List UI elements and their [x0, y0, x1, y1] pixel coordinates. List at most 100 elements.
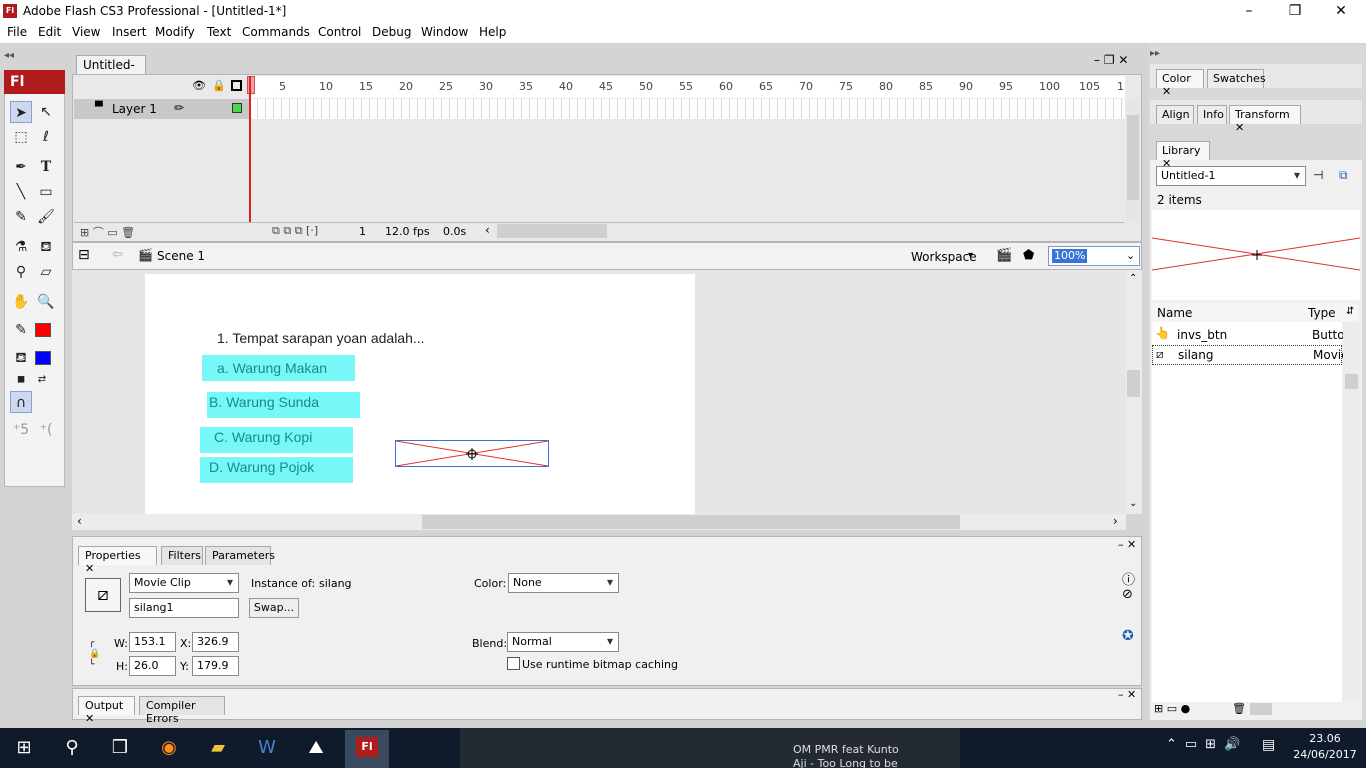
tab-compiler-errors[interactable]: Compiler Errors: [139, 696, 225, 725]
snap-magnet-icon[interactable]: ∩: [10, 391, 32, 413]
output-controls-icon[interactable]: – ✕: [1118, 688, 1136, 701]
firefox-icon[interactable]: ◉: [155, 734, 183, 762]
help-icon[interactable]: ⓘ: [1122, 569, 1135, 588]
selection-tool-icon[interactable]: ➤: [10, 101, 32, 123]
system-tray-icons[interactable]: ⌃▭⊞🔊: [1166, 737, 1248, 752]
line-tool-icon[interactable]: ╲: [10, 181, 32, 203]
paint-bucket-icon[interactable]: ⛾: [35, 236, 57, 258]
notifications-icon[interactable]: ▤: [1262, 737, 1275, 753]
document-tab[interactable]: Untitled-1*: [76, 55, 146, 86]
zoom-value[interactable]: 100%: [1052, 249, 1088, 263]
eyedropper-icon[interactable]: ⚲: [10, 261, 32, 283]
library-footer-icons[interactable]: ⊞ ▭ ● 🗑 ‹: [1154, 702, 1254, 715]
swap-button[interactable]: Swap...: [249, 598, 299, 618]
collapse-icon[interactable]: ◂◂: [4, 50, 14, 61]
scroll-right-icon[interactable]: ›: [1113, 514, 1118, 528]
tab-color[interactable]: Color ✕: [1156, 69, 1204, 98]
library-hscroll-thumb[interactable]: [1250, 703, 1272, 715]
sort-icon[interactable]: ⇵: [1346, 306, 1354, 317]
height-input[interactable]: 26.0: [129, 656, 176, 676]
pencil-tool-icon[interactable]: ✎: [10, 206, 32, 228]
new-library-icon[interactable]: ⧉: [1339, 168, 1348, 183]
library-document-select[interactable]: Untitled-1: [1156, 166, 1306, 186]
answer-d-button[interactable]: D. Warung Pojok: [200, 457, 353, 483]
menu-view[interactable]: View: [72, 25, 100, 39]
scene-label[interactable]: Scene 1: [157, 249, 205, 263]
menu-edit[interactable]: Edit: [38, 25, 61, 39]
tab-filters[interactable]: Filters: [161, 546, 203, 565]
menu-control[interactable]: Control: [318, 25, 361, 39]
library-vscroll-thumb[interactable]: [1345, 374, 1358, 389]
column-name[interactable]: Name: [1157, 306, 1192, 320]
answer-a-button[interactable]: a. Warung Makan: [202, 355, 355, 381]
scroll-down-icon[interactable]: ⌄: [1129, 498, 1137, 509]
y-input[interactable]: 179.9: [192, 656, 239, 676]
insert-layer-icon[interactable]: ⊞ ⌒ ▭ 🗑: [80, 224, 135, 240]
stage-vscroll-thumb[interactable]: [1127, 370, 1140, 397]
symbol-type-select[interactable]: Movie Clip: [129, 573, 239, 593]
accessibility-icon[interactable]: ✪: [1122, 628, 1134, 644]
color-select[interactable]: None: [508, 573, 619, 593]
menu-file[interactable]: File: [7, 25, 27, 39]
stage-hscroll-thumb[interactable]: [422, 515, 960, 529]
fill-color-swatch[interactable]: [35, 351, 51, 365]
menu-text[interactable]: Text: [207, 25, 231, 39]
menu-modify[interactable]: Modify: [155, 25, 195, 39]
lasso-tool-icon[interactable]: ℓ: [35, 126, 57, 148]
dock-collapse-icon[interactable]: ▸▸: [1150, 48, 1160, 59]
taskbar-clock[interactable]: 23.06 24/06/2017: [1290, 731, 1360, 763]
smooth-icon[interactable]: ⁺5: [10, 419, 32, 441]
menu-commands[interactable]: Commands: [242, 25, 310, 39]
eraser-icon[interactable]: ▱: [35, 261, 57, 283]
constrain-lock-icon[interactable]: ┌ 🔒 └: [89, 638, 100, 671]
straighten-icon[interactable]: ⁺(: [35, 419, 57, 441]
edit-scene-icon[interactable]: 🎬: [996, 248, 1012, 263]
tab-info[interactable]: Info: [1197, 105, 1227, 124]
tab-parameters[interactable]: Parameters: [205, 546, 275, 565]
timeline-hscroll-thumb[interactable]: [497, 224, 607, 238]
show-hide-icon[interactable]: 👁: [192, 79, 206, 92]
menu-help[interactable]: Help: [479, 25, 506, 39]
x-input[interactable]: 326.9: [192, 632, 239, 652]
scroll-up-icon[interactable]: ⌃: [1129, 273, 1137, 284]
tab-align[interactable]: Align: [1156, 105, 1194, 124]
photos-icon[interactable]: ⛰: [302, 734, 330, 762]
tab-library[interactable]: Library ✕: [1156, 141, 1210, 170]
menu-insert[interactable]: Insert: [112, 25, 146, 39]
task-view-icon[interactable]: ❒: [106, 734, 134, 762]
layer-color-icon[interactable]: [232, 103, 242, 113]
brush-tool-icon[interactable]: 🖌: [35, 206, 57, 228]
layer-name[interactable]: Layer 1: [112, 102, 157, 116]
panel-controls-icon[interactable]: – ✕: [1118, 538, 1136, 551]
edit-icon[interactable]: ⊘: [1122, 587, 1133, 602]
ink-bottle-icon[interactable]: ⚗: [10, 236, 32, 258]
text-tool-icon[interactable]: T: [35, 156, 57, 178]
doc-window-controls-icon[interactable]: – ❐ ✕: [1094, 53, 1128, 67]
subselection-tool-icon[interactable]: ↖: [35, 101, 57, 123]
tab-swatches[interactable]: Swatches: [1207, 69, 1266, 88]
instance-name-input[interactable]: silang1: [129, 598, 239, 618]
file-explorer-icon[interactable]: ▰: [204, 734, 232, 762]
zoom-dropdown-icon[interactable]: ⌄: [1126, 249, 1135, 262]
windows-start-icon[interactable]: ⊞: [10, 734, 38, 762]
width-input[interactable]: 153.1: [129, 632, 176, 652]
word-icon[interactable]: W: [253, 734, 281, 762]
pin-library-icon[interactable]: ⊣: [1313, 168, 1323, 182]
stroke-color-swatch[interactable]: [35, 323, 51, 337]
fill-color-icon[interactable]: ⛾: [10, 347, 32, 369]
stroke-color-icon[interactable]: ✎: [10, 319, 32, 341]
outline-icon[interactable]: [231, 80, 242, 91]
menu-debug[interactable]: Debug: [372, 25, 411, 39]
tab-transform[interactable]: Transform ✕: [1229, 105, 1301, 134]
timeline-frames[interactable]: [250, 99, 1125, 119]
answer-c-button[interactable]: C. Warung Kopi: [200, 427, 353, 453]
tab-properties[interactable]: Properties ✕: [78, 546, 157, 575]
list-item[interactable]: ⧄ silang Movie: [1152, 345, 1349, 365]
zoom-tool-icon[interactable]: 🔍: [35, 291, 57, 313]
workspace-menu[interactable]: Workspace: [911, 250, 977, 264]
menu-window[interactable]: Window: [421, 25, 468, 39]
bitmap-caching-checkbox[interactable]: [507, 657, 520, 670]
tab-output[interactable]: Output ✕: [78, 696, 135, 725]
minimize-icon[interactable]: –: [1226, 2, 1272, 22]
free-transform-icon[interactable]: ⬚: [10, 126, 32, 148]
